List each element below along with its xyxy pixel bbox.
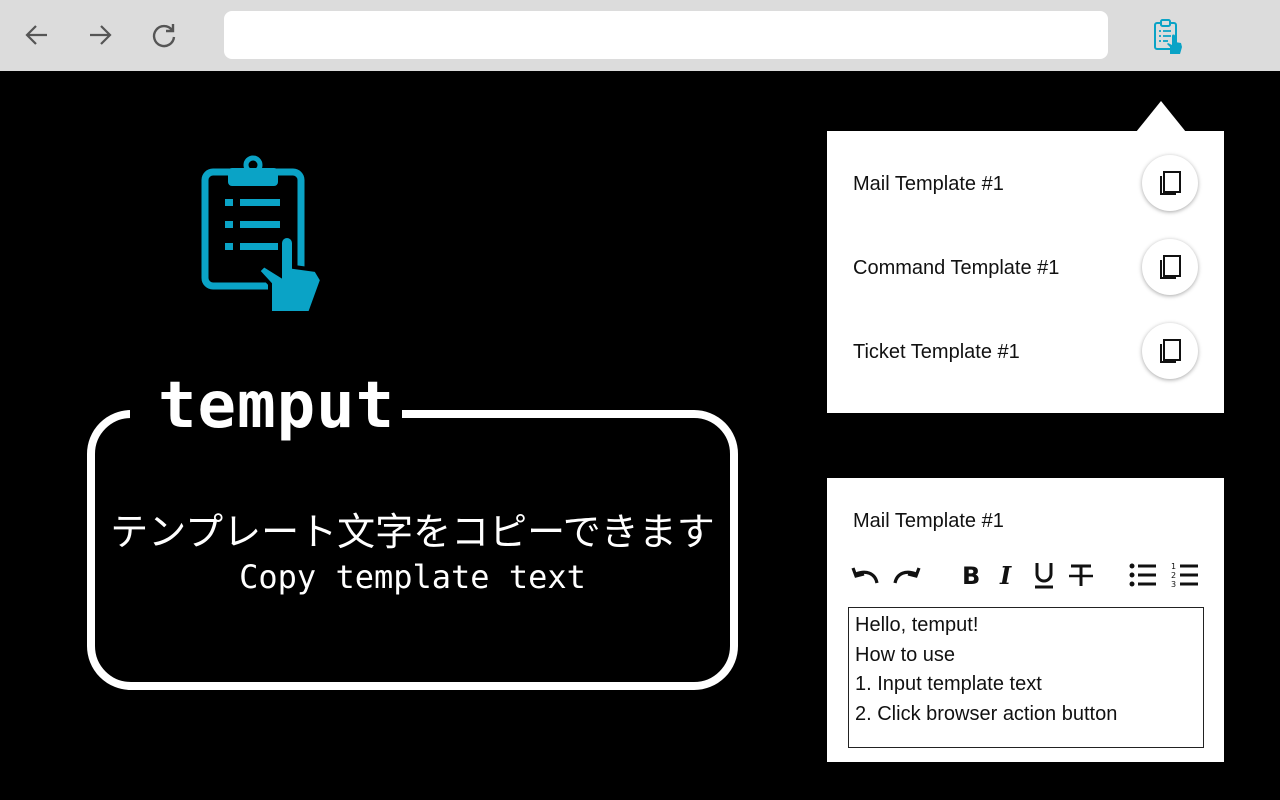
text-line: 1. Input template text	[855, 673, 1042, 695]
bold-icon: B	[962, 562, 980, 588]
editor-title: Mail Template #1	[853, 510, 1004, 532]
strikethrough-button[interactable]	[1064, 558, 1098, 592]
copy-template-button[interactable]	[1142, 239, 1198, 295]
arrow-right-icon	[90, 25, 112, 45]
undo-button[interactable]	[848, 558, 882, 592]
italic-button[interactable]: I	[990, 558, 1024, 592]
svg-text:1: 1	[1171, 562, 1176, 571]
underline-icon	[1035, 563, 1053, 589]
forward-button[interactable]	[82, 17, 118, 53]
template-item[interactable]: Ticket Template #1	[827, 317, 1224, 387]
underline-button[interactable]	[1027, 558, 1061, 592]
strikethrough-icon	[1069, 564, 1093, 586]
copy-icon	[1160, 255, 1181, 279]
clipboard-hand-logo-icon	[201, 155, 325, 315]
back-button[interactable]	[19, 17, 55, 53]
template-item[interactable]: Mail Template #1	[827, 149, 1224, 219]
clipboard-hand-icon	[1154, 19, 1182, 54]
bold-button[interactable]: B	[954, 558, 988, 592]
italic-icon: I	[999, 562, 1012, 588]
arrow-left-icon	[25, 25, 47, 45]
text-line: Hello, temput!	[855, 614, 979, 636]
svg-text:B: B	[962, 562, 980, 588]
template-editor: Mail Template #1 B I 123 Hello, temput! …	[827, 478, 1224, 762]
template-text-area[interactable]: Hello, temput! How to use 1. Input templ…	[848, 607, 1204, 748]
copy-icon	[1160, 339, 1181, 363]
reload-button[interactable]	[146, 17, 182, 53]
brand-title: temput	[158, 369, 396, 443]
text-line: 2. Click browser action button	[855, 702, 1118, 725]
text-line: How to use	[855, 643, 956, 666]
template-popup: Mail Template #1 Command Template #1 Tic…	[827, 131, 1224, 413]
address-bar[interactable]	[224, 11, 1108, 59]
svg-text:I: I	[999, 562, 1012, 588]
copy-template-button[interactable]	[1142, 155, 1198, 211]
template-label: Ticket Template #1	[853, 341, 1020, 363]
numbered-list-button[interactable]: 123	[1168, 558, 1202, 592]
redo-button[interactable]	[890, 558, 924, 592]
bullet-list-button[interactable]	[1126, 558, 1160, 592]
redo-icon	[893, 567, 921, 584]
bullet-list-icon	[1129, 563, 1156, 587]
popup-caret	[1136, 101, 1186, 132]
copy-template-button[interactable]	[1142, 323, 1198, 379]
tagline-english: Copy template text	[239, 558, 586, 596]
undo-icon	[851, 567, 879, 584]
svg-text:2: 2	[1171, 571, 1176, 580]
svg-text:3: 3	[1171, 580, 1176, 588]
browser-toolbar	[0, 0, 1280, 71]
reload-icon	[152, 24, 176, 48]
template-label: Mail Template #1	[853, 173, 1004, 195]
template-item[interactable]: Command Template #1	[827, 233, 1224, 303]
temput-extension-button[interactable]	[1148, 15, 1188, 57]
template-label: Command Template #1	[853, 257, 1060, 279]
tagline-japanese: テンプレート文字をコピーできます	[110, 510, 715, 554]
numbered-list-icon: 123	[1171, 562, 1198, 588]
copy-icon	[1160, 171, 1181, 195]
